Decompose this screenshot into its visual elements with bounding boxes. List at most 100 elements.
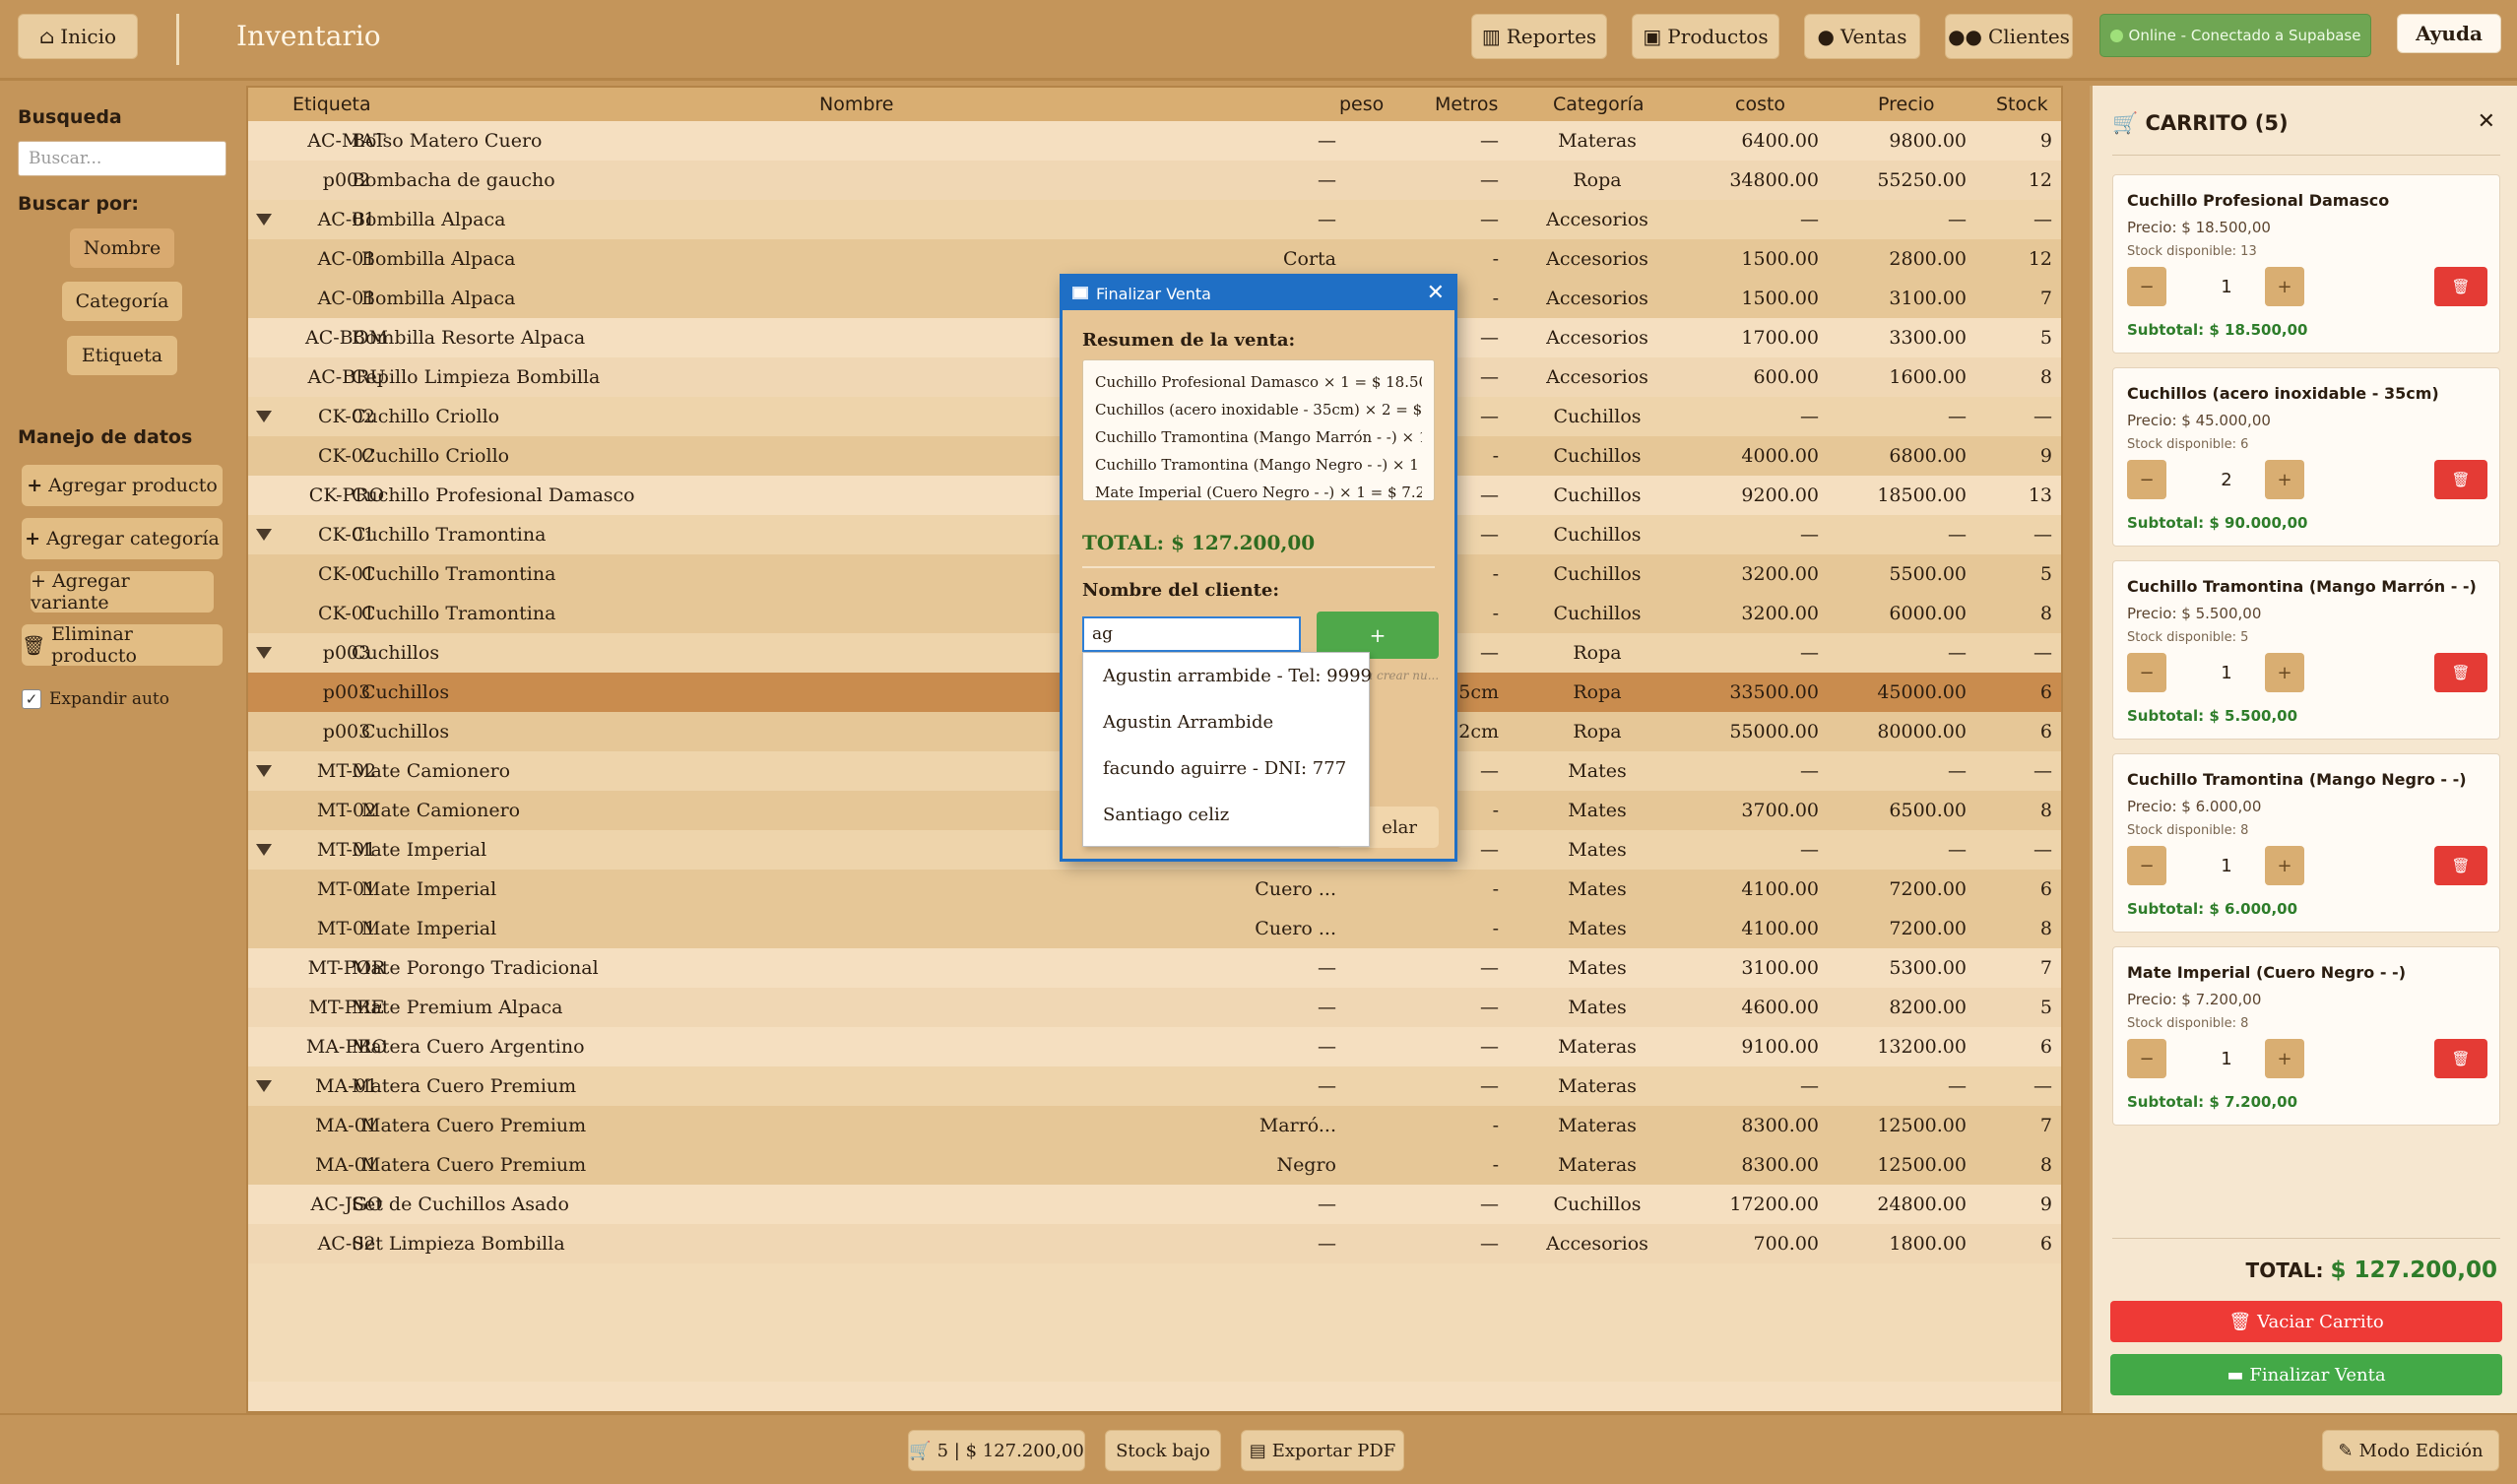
qty-input[interactable]: 1 (2192, 267, 2261, 306)
filter-etiqueta-button[interactable]: Etiqueta (67, 336, 177, 375)
qty-input[interactable]: 1 (2192, 1039, 2261, 1078)
qty-input[interactable]: 1 (2192, 653, 2261, 692)
col-categoria[interactable]: Categoría (1553, 94, 1644, 115)
cell-peso: — (1318, 1036, 1336, 1058)
cell-stock: 5 (2039, 997, 2052, 1018)
summary-line: Cuchillos (acero inoxidable - 35cm) × 2 … (1095, 401, 1422, 419)
increase-qty-button[interactable]: + (2265, 653, 2304, 692)
empty-cart-button[interactable]: 🗑 Vaciar Carrito (2110, 1301, 2502, 1342)
col-etiqueta[interactable]: Etiqueta (292, 94, 371, 115)
cart-title: 🛒 CARRITO (5) (2112, 111, 2289, 136)
cell-nombre: Mate Imperial (352, 839, 487, 861)
col-stock[interactable]: Stock (1996, 94, 2048, 115)
filter-nombre-button[interactable]: Nombre (70, 228, 174, 268)
edit-mode-button[interactable]: ✎ Modo Edición (2322, 1430, 2499, 1471)
expand-triangle-icon[interactable] (256, 214, 272, 226)
client-suggestion[interactable]: Agustin Arrambide (1083, 699, 1369, 745)
cell-stock: 9 (2039, 1194, 2052, 1215)
productos-button[interactable]: ▣ Productos (1632, 14, 1779, 59)
cell-nombre: Mate Imperial (361, 918, 497, 939)
help-button[interactable]: Ayuda (2397, 14, 2501, 53)
cell-precio: — (1948, 760, 1967, 782)
cell-categoria: Cuchillos (1553, 1194, 1642, 1215)
table-row[interactable]: p002 Bombacha de gaucho — — Ropa 34800.00 5525… (248, 161, 2061, 200)
client-suggestion[interactable]: Agustin arrambide - Tel: 9999 (1083, 653, 1372, 699)
ventas-button[interactable]: ● Ventas (1804, 14, 1920, 59)
cart-summary-button[interactable]: 🛒 5 | $ 127.200,00 (908, 1430, 1085, 1471)
table-row[interactable]: AC-JGO Set de Cuchillos Asado — — Cuchillos 1… (248, 1185, 2061, 1224)
table-row[interactable]: AC-MAT Bolso Matero Cuero — — Materas 6400.00… (248, 121, 2061, 161)
remove-item-button[interactable]: 🗑 (2434, 1039, 2487, 1078)
remove-item-button[interactable]: 🗑 (2434, 653, 2487, 692)
cell-precio: 7200.00 (1889, 918, 1967, 939)
expand-triangle-icon[interactable] (256, 844, 272, 856)
table-row[interactable]: MA-PRO Matera Cuero Argentino — — Materas 910… (248, 1027, 2061, 1066)
table-group-row[interactable]: MA-01 Matera Cuero Premium — — Materas — — — (248, 1066, 2061, 1106)
clientes-button[interactable]: ●● Clientes (1945, 14, 2073, 59)
low-stock-button[interactable]: Stock bajo (1105, 1430, 1221, 1471)
expand-triangle-icon[interactable] (256, 765, 272, 777)
remove-item-button[interactable]: 🗑 (2434, 846, 2487, 885)
increase-qty-button[interactable]: + (2265, 1039, 2304, 1078)
table-row[interactable]: MA-01 Matera Cuero Premium Marró... - Matera… (248, 1106, 2061, 1145)
table-row[interactable]: MT-01 Mate Imperial Cuero ... - Mates 4100.00… (248, 870, 2061, 909)
decrease-qty-button[interactable]: − (2127, 267, 2166, 306)
cell-precio: 80000.00 (1877, 721, 1967, 742)
delete-product-button[interactable]: 🗑 Eliminar producto (22, 623, 223, 667)
col-costo[interactable]: costo (1735, 94, 1785, 115)
cart-item-stock: Stock disponible: 8 (2127, 1016, 2249, 1031)
client-suggestion[interactable]: Santiago celiz (1083, 792, 1369, 838)
table-row[interactable]: MT-01 Mate Imperial Cuero ... - Mates 4100.00… (248, 909, 2061, 948)
table-row[interactable]: MT-PRE Mate Premium Alpaca — — Mates 4600.00 8… (248, 988, 2061, 1027)
close-icon[interactable]: ✕ (1427, 281, 1445, 305)
client-name-input[interactable]: ag (1082, 616, 1301, 652)
col-peso[interactable]: peso (1339, 94, 1384, 115)
search-input[interactable]: Buscar... (18, 141, 226, 176)
table-group-row[interactable]: AC-01 Bombilla Alpaca — — Accesorios — — — (248, 200, 2061, 239)
cart-item-stock: Stock disponible: 8 (2127, 823, 2249, 838)
add-variant-button[interactable]: + Agregar variante (31, 570, 214, 613)
expand-triangle-icon[interactable] (256, 411, 272, 422)
increase-qty-button[interactable]: + (2265, 267, 2304, 306)
col-precio[interactable]: Precio (1878, 94, 1935, 115)
add-category-button[interactable]: + Agregar categoría (22, 518, 223, 559)
decrease-qty-button[interactable]: − (2127, 846, 2166, 885)
finalize-sale-button[interactable]: ▬ Finalizar Venta (2110, 1354, 2502, 1395)
decrease-qty-button[interactable]: − (2127, 1039, 2166, 1078)
reportes-button[interactable]: ▥ Reportes (1471, 14, 1607, 59)
expand-triangle-icon[interactable] (256, 647, 272, 659)
qty-input[interactable]: 1 (2192, 846, 2261, 885)
export-pdf-button[interactable]: ▤ Exportar PDF (1241, 1430, 1404, 1471)
table-row[interactable]: MA-01 Matera Cuero Premium Negro - Materas 83… (248, 1145, 2061, 1185)
cart-item-price: Precio: $ 6.000,00 (2127, 798, 2262, 815)
cart-item-price: Precio: $ 45.000,00 (2127, 412, 2271, 429)
client-suggestion[interactable]: facundo aguirre - DNI: 777 (1083, 745, 1369, 792)
empty-cart-label: Vaciar Carrito (2257, 1311, 2384, 1332)
cell-metros: — (1480, 484, 1499, 506)
add-product-button[interactable]: + Agregar producto (22, 465, 223, 506)
decrease-qty-button[interactable]: − (2127, 460, 2166, 499)
cell-metros: — (1480, 1194, 1499, 1215)
cell-precio: 7200.00 (1889, 878, 1967, 900)
table-row[interactable]: AC-02 Set Limpieza Bombilla — — Accesorios 70… (248, 1224, 2061, 1263)
col-metros[interactable]: Metros (1435, 94, 1498, 115)
decrease-qty-button[interactable]: − (2127, 653, 2166, 692)
close-icon[interactable]: ✕ (2478, 109, 2495, 134)
cell-metros: - (1492, 878, 1499, 900)
remove-item-button[interactable]: 🗑 (2434, 460, 2487, 499)
remove-item-button[interactable]: 🗑 (2434, 267, 2487, 306)
delete-product-label: Eliminar producto (51, 623, 137, 667)
table-row[interactable]: AC-01 Bombilla Alpaca Corta - Accesorios 1500… (248, 239, 2061, 279)
home-button[interactable]: ⌂ Inicio (18, 14, 138, 59)
qty-input[interactable]: 2 (2192, 460, 2261, 499)
auto-expand-option[interactable]: ✓ Expandir auto (22, 689, 169, 709)
expand-triangle-icon[interactable] (256, 1080, 272, 1092)
expand-triangle-icon[interactable] (256, 529, 272, 541)
filter-categoria-button[interactable]: Categoría (62, 282, 182, 321)
col-nombre[interactable]: Nombre (819, 94, 894, 115)
increase-qty-button[interactable]: + (2265, 846, 2304, 885)
divider (1082, 566, 1435, 568)
table-row[interactable]: MT-POR Mate Porongo Tradicional — — Mates 310… (248, 948, 2061, 988)
auto-expand-checkbox[interactable]: ✓ (22, 689, 41, 709)
increase-qty-button[interactable]: + (2265, 460, 2304, 499)
